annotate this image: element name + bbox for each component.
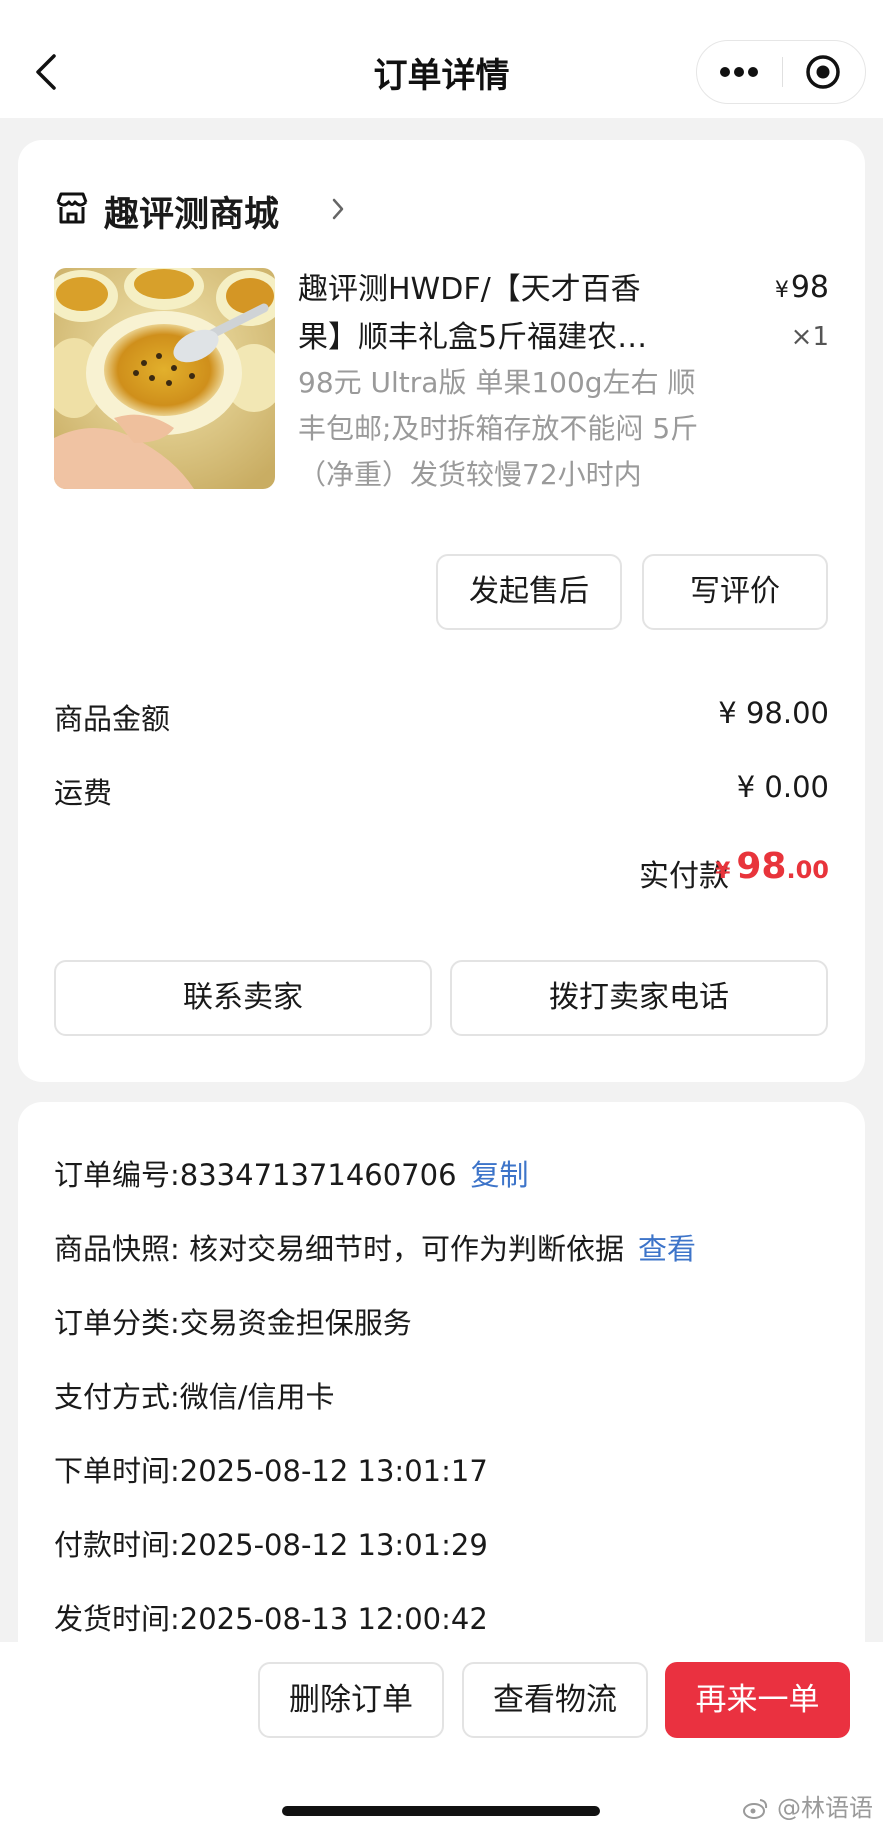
home-indicator — [282, 1806, 600, 1816]
snapshot-text: 商品快照: 核对交易细节时，可作为判断依据 — [54, 1232, 624, 1266]
contact-seller-button[interactable]: 联系卖家 — [54, 960, 432, 1036]
copy-link[interactable]: 复制 — [471, 1158, 529, 1192]
goods-amount-value: ¥ 98.00 — [718, 696, 829, 730]
chevron-right-icon — [332, 198, 344, 220]
product-title[interactable]: 趣评测HWDF/【天才百香果】顺丰礼盒5斤福建农… — [298, 266, 678, 362]
payment-method: 支付方式:微信/信用卡 — [54, 1380, 335, 1414]
pay-time: 付款时间:2025-08-12 13:01:29 — [54, 1528, 488, 1562]
passion-fruit-image — [54, 268, 275, 489]
paid-integer: 98 — [736, 846, 787, 887]
snapshot-row: 商品快照: 核对交易细节时，可作为判断依据 查看 — [54, 1226, 696, 1268]
view-logistics-button[interactable]: 查看物流 — [462, 1662, 648, 1738]
shipping-fee-value: ¥ 0.00 — [736, 770, 829, 804]
reorder-button[interactable]: 再来一单 — [665, 1662, 850, 1738]
paid-currency: ¥ — [715, 859, 731, 884]
shop-name: 趣评测商城 — [104, 195, 280, 235]
paid-amount-value: ¥98.00 — [715, 846, 829, 887]
product-price: ¥98 — [775, 270, 829, 305]
miniprogram-capsule — [696, 40, 866, 104]
more-dots-icon[interactable] — [697, 41, 782, 103]
shipping-fee-label: 运费 — [54, 776, 113, 810]
order-product-card: 趣评测商城 趣评测HWDF/【天才百香果】顺丰礼盒5斤福建农… 98元 Ultr… — [18, 140, 865, 1082]
watermark-text: @林语语 — [777, 1794, 873, 1822]
weibo-icon — [743, 1799, 768, 1819]
product-currency: ¥ — [774, 278, 789, 303]
product-image[interactable] — [54, 268, 275, 489]
write-review-button[interactable]: 写评价 — [642, 554, 828, 630]
order-number-row: 订单编号:833471371460706 复制 — [54, 1152, 529, 1194]
view-snapshot-link[interactable]: 查看 — [638, 1232, 696, 1266]
product-quantity: ×1 — [790, 322, 829, 352]
goods-amount-label: 商品金额 — [54, 702, 171, 736]
order-category: 订单分类:交易资金担保服务 — [54, 1306, 412, 1340]
watermark: @林语语 — [743, 1788, 873, 1823]
nav-header: 订单详情 — [0, 0, 883, 118]
after-sale-button[interactable]: 发起售后 — [436, 554, 622, 630]
paid-decimal: .00 — [786, 856, 829, 884]
call-seller-button[interactable]: 拨打卖家电话 — [450, 960, 828, 1036]
target-circle-icon[interactable] — [783, 41, 865, 103]
order-number: 订单编号:833471371460706 — [54, 1158, 457, 1192]
order-time: 下单时间:2025-08-12 13:01:17 — [54, 1454, 488, 1488]
product-price-value: 98 — [790, 270, 829, 305]
ship-time: 发货时间:2025-08-13 12:00:42 — [54, 1602, 488, 1636]
store-icon — [56, 192, 88, 224]
product-sku: 98元 Ultra版 单果100g左右 顺丰包邮;及时拆箱存放不能闷 5斤（净重… — [298, 366, 699, 491]
delete-order-button[interactable]: 删除订单 — [258, 1662, 444, 1738]
